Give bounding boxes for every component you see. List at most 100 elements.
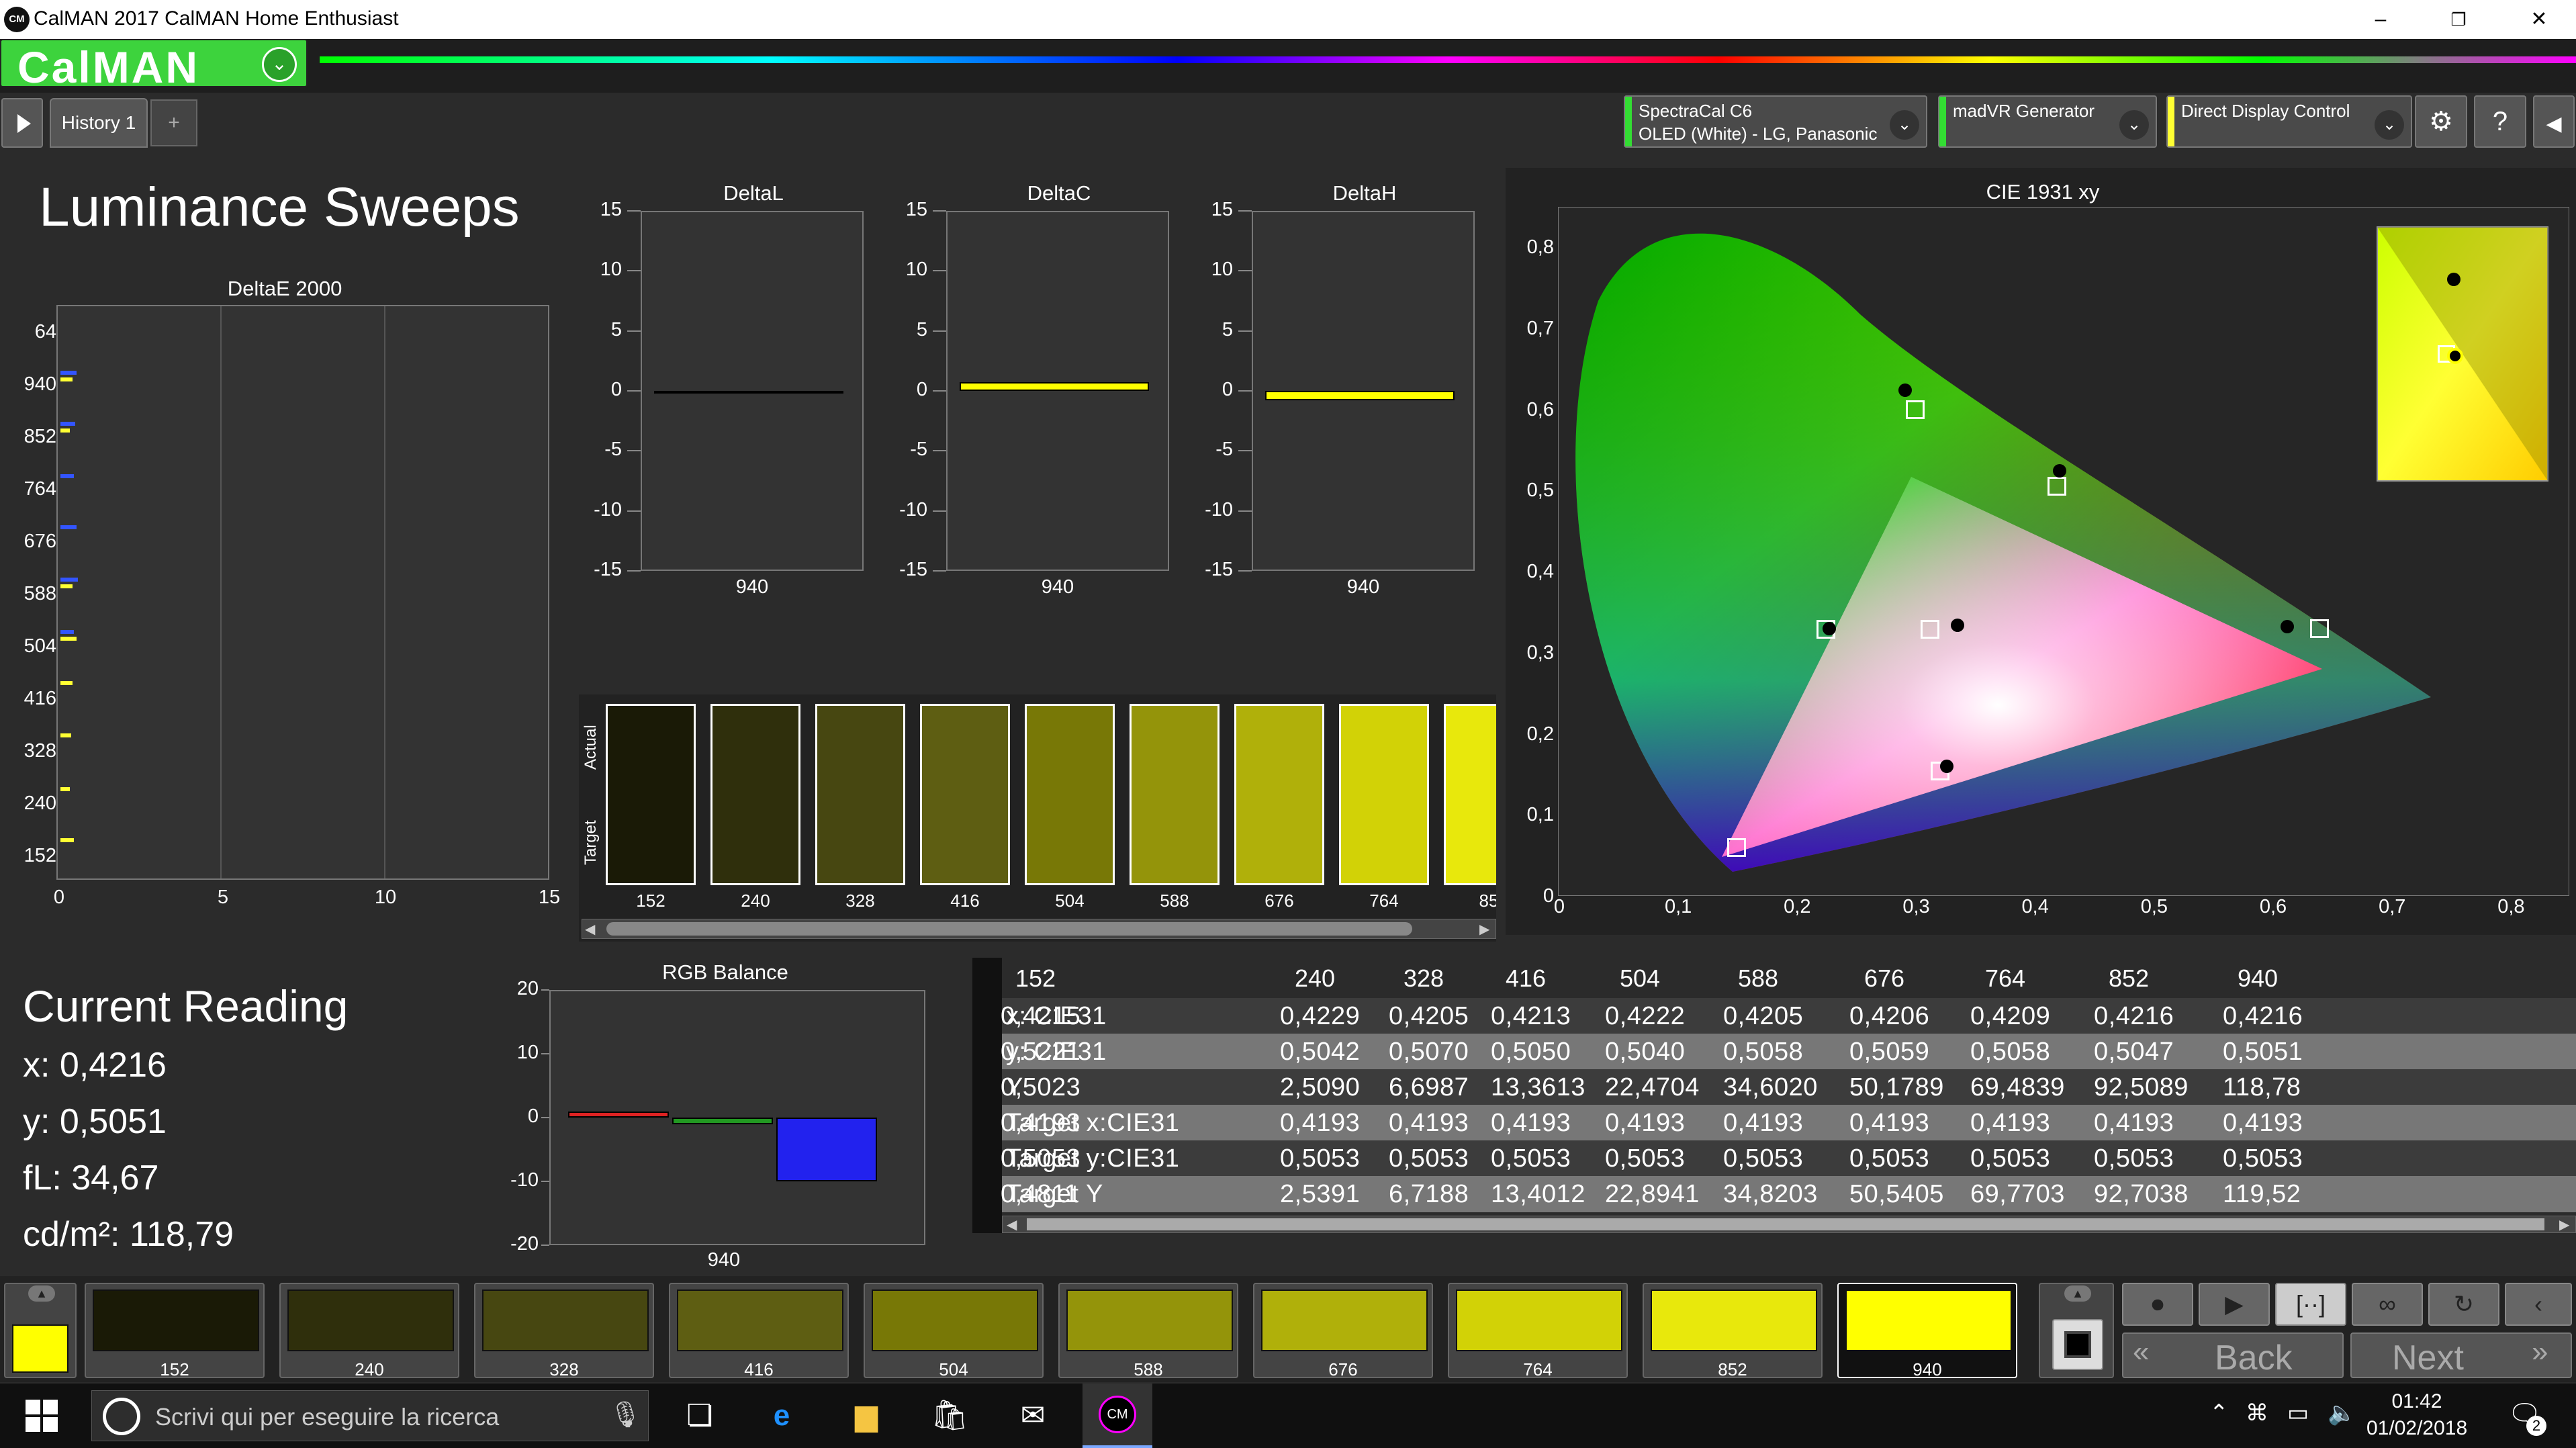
next-button[interactable]: Next » bbox=[2350, 1332, 2572, 1378]
patch-tile[interactable]: 940 bbox=[1837, 1283, 2017, 1379]
stop-button[interactable] bbox=[2052, 1319, 2103, 1370]
column-header: 328 bbox=[1404, 964, 1444, 992]
y-tick: 240 bbox=[24, 793, 56, 814]
column-header: 416 bbox=[1506, 964, 1547, 992]
tick-mark bbox=[1238, 270, 1252, 272]
meter-device-selector[interactable]: SpectraCal C6 OLED (White) - LG, Panasoni… bbox=[1624, 95, 1927, 148]
table-cell: 6,7188 bbox=[1389, 1180, 1469, 1208]
y-tick: 10 bbox=[516, 1042, 539, 1063]
settings-button[interactable]: ⚙ bbox=[2415, 95, 2467, 148]
patch-label: 504 bbox=[939, 1359, 968, 1379]
table-cell: 0,4193 bbox=[2094, 1109, 2174, 1137]
stop-icon bbox=[2064, 1331, 2091, 1358]
device-label: madVR Generator bbox=[1953, 99, 2095, 122]
refresh-button[interactable]: ↻ bbox=[2428, 1283, 2499, 1326]
patch-tile[interactable]: 152 bbox=[85, 1283, 265, 1379]
calman-taskbar-button[interactable]: CM bbox=[1083, 1384, 1152, 1448]
add-tab-button[interactable]: + bbox=[150, 99, 197, 146]
rgb-balance-chart: RGB Balance 20 10 0 -10 -20 940 bbox=[497, 960, 954, 1271]
tray-chevron-up-icon[interactable]: ⌃ bbox=[2209, 1400, 2229, 1427]
collapse-strip-button[interactable]: ‹ bbox=[2505, 1283, 2572, 1326]
swatch-scrollbar[interactable]: ◀ ▶ bbox=[582, 919, 1496, 939]
tick-mark bbox=[933, 510, 946, 512]
store-icon[interactable]: 🛍 bbox=[929, 1396, 970, 1436]
patch-tile[interactable]: 852 bbox=[1643, 1283, 1823, 1379]
microphone-icon[interactable]: 🎙 bbox=[609, 1400, 641, 1430]
x-tick: 0 bbox=[53, 887, 65, 908]
network-icon[interactable]: ⌘ bbox=[2246, 1400, 2268, 1427]
table-cell: 0,4215 bbox=[1001, 1002, 1081, 1030]
y-tick: 0,6 bbox=[1526, 398, 1554, 420]
scroll-left-icon[interactable]: ◀ bbox=[1007, 1216, 1017, 1233]
volume-icon[interactable]: 🔈 bbox=[2328, 1400, 2356, 1427]
patch-tile[interactable]: 676 bbox=[1253, 1283, 1433, 1379]
tick-mark bbox=[1238, 510, 1252, 512]
task-view-icon[interactable]: ❏ bbox=[680, 1396, 720, 1436]
source-device-selector[interactable]: madVR Generator ⌄ bbox=[1938, 95, 2157, 148]
tick-mark bbox=[541, 1181, 549, 1182]
patch-tile[interactable]: 504 bbox=[864, 1283, 1044, 1379]
chevron-up-icon[interactable]: ▲ bbox=[28, 1285, 55, 1302]
patch-tile[interactable]: 764 bbox=[1448, 1283, 1628, 1379]
close-button[interactable]: ✕ bbox=[2509, 3, 2569, 36]
y-tick: -5 bbox=[910, 439, 927, 461]
workflow-nav-button[interactable] bbox=[1, 98, 43, 148]
current-patch-tile[interactable]: ▲ bbox=[4, 1283, 77, 1378]
display-icon[interactable]: ▭ bbox=[2287, 1400, 2309, 1427]
measurement-table: 152 240 328 416 504 588 676 764 852 940 x: CIE31 0,… bbox=[972, 958, 2576, 1233]
windows-start-icon[interactable] bbox=[26, 1400, 58, 1432]
stop-measure-button[interactable]: ⏺ bbox=[2122, 1283, 2193, 1326]
calman-app-icon: CM bbox=[1099, 1396, 1136, 1433]
tick-mark bbox=[627, 510, 641, 512]
display-device-selector[interactable]: Direct Display Control ⌄ bbox=[2166, 95, 2412, 148]
chevron-down-icon[interactable]: ⌄ bbox=[1890, 110, 1919, 140]
maximize-button[interactable]: ❐ bbox=[2428, 3, 2489, 36]
taskbar-search[interactable]: Scrivi qui per eseguire la ricerca 🎙 bbox=[91, 1390, 649, 1441]
minimize-button[interactable]: – bbox=[2350, 3, 2411, 36]
patch-label: 764 bbox=[1523, 1359, 1553, 1379]
patch-tile[interactable]: 240 bbox=[279, 1283, 459, 1379]
file-explorer-icon[interactable]: ▆ bbox=[846, 1396, 886, 1436]
patch-tile[interactable]: 588 bbox=[1058, 1283, 1238, 1379]
scroll-right-icon[interactable]: ▶ bbox=[2559, 1216, 2569, 1233]
patch-tile[interactable]: 416 bbox=[669, 1283, 849, 1379]
swatch-row: 152 240 328 416 504 588 676 764 85 bbox=[606, 694, 1496, 916]
chevron-up-icon[interactable]: ▲ bbox=[2064, 1285, 2091, 1302]
table-cell: 34,8203 bbox=[1723, 1180, 1818, 1208]
infinity-icon: ∞ bbox=[2379, 1290, 2396, 1318]
chevron-double-left-icon: « bbox=[2133, 1335, 2150, 1368]
calman-logo-menu[interactable]: CalMAN ⌄ bbox=[0, 39, 308, 92]
rainbow-bar bbox=[320, 56, 2576, 63]
chevron-down-icon[interactable]: ⌄ bbox=[2119, 110, 2149, 140]
small-chart-title: DeltaL bbox=[723, 181, 784, 205]
column-header: 676 bbox=[1864, 964, 1905, 992]
mail-icon[interactable]: ✉ bbox=[1013, 1396, 1053, 1436]
tick-mark bbox=[541, 1245, 549, 1246]
read-series-button[interactable]: [··] bbox=[2275, 1283, 2346, 1326]
collapse-panel-button[interactable]: ◀ bbox=[2533, 95, 2575, 148]
table-cell: 0,4216 bbox=[2223, 1002, 2303, 1030]
table-cell: 0,4193 bbox=[1389, 1109, 1469, 1137]
scroll-right-icon[interactable]: ▶ bbox=[1479, 921, 1489, 938]
tab-history-1[interactable]: History 1 bbox=[50, 98, 148, 148]
scrollbar-thumb[interactable] bbox=[1027, 1218, 2544, 1230]
logo-dropdown-icon[interactable]: ⌄ bbox=[262, 47, 297, 82]
table-cell: 0,5058 bbox=[1970, 1038, 2051, 1066]
y-tick: -15 bbox=[899, 559, 927, 580]
table-scrollbar[interactable]: ◀ ▶ bbox=[1002, 1216, 2576, 1233]
rgb-chart-title: RGB Balance bbox=[662, 960, 788, 984]
back-button[interactable]: « Back bbox=[2122, 1332, 2344, 1378]
read-once-button[interactable]: ▶ bbox=[2199, 1283, 2270, 1326]
table-cell: 0,5053 bbox=[1491, 1144, 1571, 1173]
reading-cdm2: cd/m²: 118,79 bbox=[23, 1215, 234, 1254]
help-button[interactable]: ? bbox=[2474, 95, 2526, 148]
chevron-down-icon[interactable]: ⌄ bbox=[2375, 110, 2404, 140]
scroll-left-icon[interactable]: ◀ bbox=[585, 921, 595, 938]
patch-tile[interactable]: 328 bbox=[474, 1283, 654, 1379]
continuous-read-button[interactable]: ∞ bbox=[2352, 1283, 2423, 1326]
cortana-icon bbox=[103, 1398, 140, 1435]
edge-browser-icon[interactable]: e bbox=[762, 1396, 802, 1436]
scrollbar-thumb[interactable] bbox=[606, 922, 1412, 936]
x-tick: 0 bbox=[1553, 896, 1565, 917]
patch-label: 940 bbox=[1913, 1359, 1942, 1379]
